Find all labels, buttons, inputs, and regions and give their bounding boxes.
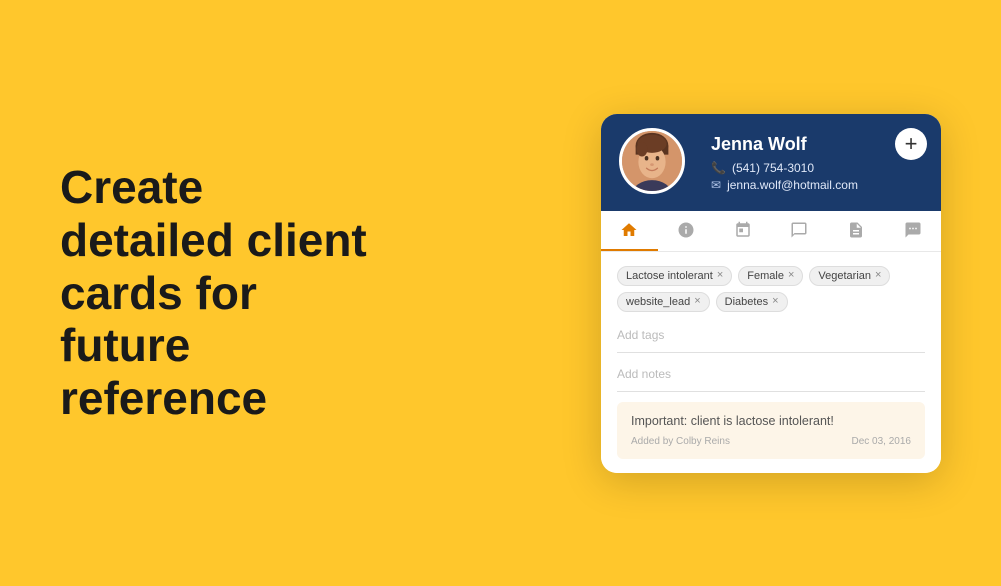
phone-row: 📞 (541) 754-3010 <box>711 161 921 175</box>
tags-area: Lactose intolerant × Female × Vegetarian… <box>617 266 925 312</box>
note-footer: Added by Colby Reins Dec 03, 2016 <box>631 436 911 447</box>
tag-label: Vegetarian <box>818 270 871 282</box>
tag-website-lead: website_lead × <box>617 292 710 312</box>
tag-close-lactose[interactable]: × <box>717 270 723 281</box>
tab-notes[interactable] <box>828 211 885 251</box>
avatar <box>619 128 685 194</box>
add-tags-row[interactable]: Add tags <box>617 322 925 353</box>
add-tags-label: Add tags <box>617 328 664 342</box>
tag-label: Lactose intolerant <box>626 270 713 282</box>
tag-label: website_lead <box>626 296 690 308</box>
client-email: jenna.wolf@hotmail.com <box>727 178 858 192</box>
note-box: Important: client is lactose intolerant!… <box>617 402 925 459</box>
tag-label: Female <box>747 270 784 282</box>
tab-messages[interactable] <box>884 211 941 251</box>
tab-info[interactable] <box>658 211 715 251</box>
tag-label: Diabetes <box>725 296 768 308</box>
note-text: Important: client is lactose intolerant! <box>631 414 911 428</box>
left-section: Create detailed client cards for future … <box>60 161 367 425</box>
tag-diabetes: Diabetes × <box>716 292 788 312</box>
add-notes-row[interactable]: Add notes <box>617 361 925 392</box>
client-card: Jenna Wolf 📞 (541) 754-3010 ✉ jenna.wolf… <box>601 114 941 473</box>
add-notes-label: Add notes <box>617 367 671 381</box>
card-header: Jenna Wolf 📞 (541) 754-3010 ✉ jenna.wolf… <box>601 114 941 211</box>
note-date: Dec 03, 2016 <box>852 436 912 447</box>
client-phone: (541) 754-3010 <box>732 161 814 175</box>
tab-chat[interactable] <box>771 211 828 251</box>
tabs-row <box>601 211 941 252</box>
headline: Create detailed client cards for future … <box>60 161 367 425</box>
tab-home[interactable] <box>601 211 658 251</box>
client-card-section: Jenna Wolf 📞 (541) 754-3010 ✉ jenna.wolf… <box>601 114 941 473</box>
tag-close-website[interactable]: × <box>694 296 700 307</box>
tag-close-diabetes[interactable]: × <box>772 296 778 307</box>
email-icon: ✉ <box>711 178 721 192</box>
tab-calendar[interactable] <box>714 211 771 251</box>
tag-close-female[interactable]: × <box>788 270 794 281</box>
email-row: ✉ jenna.wolf@hotmail.com <box>711 178 921 192</box>
add-button[interactable]: + <box>895 128 927 160</box>
phone-icon: 📞 <box>711 161 726 175</box>
tag-female: Female × <box>738 266 803 286</box>
client-name: Jenna Wolf <box>711 134 921 155</box>
tag-vegetarian: Vegetarian × <box>809 266 890 286</box>
tag-lactose: Lactose intolerant × <box>617 266 732 286</box>
note-author: Added by Colby Reins <box>631 436 730 447</box>
tag-close-vegetarian[interactable]: × <box>875 270 881 281</box>
card-body: Lactose intolerant × Female × Vegetarian… <box>601 252 941 473</box>
